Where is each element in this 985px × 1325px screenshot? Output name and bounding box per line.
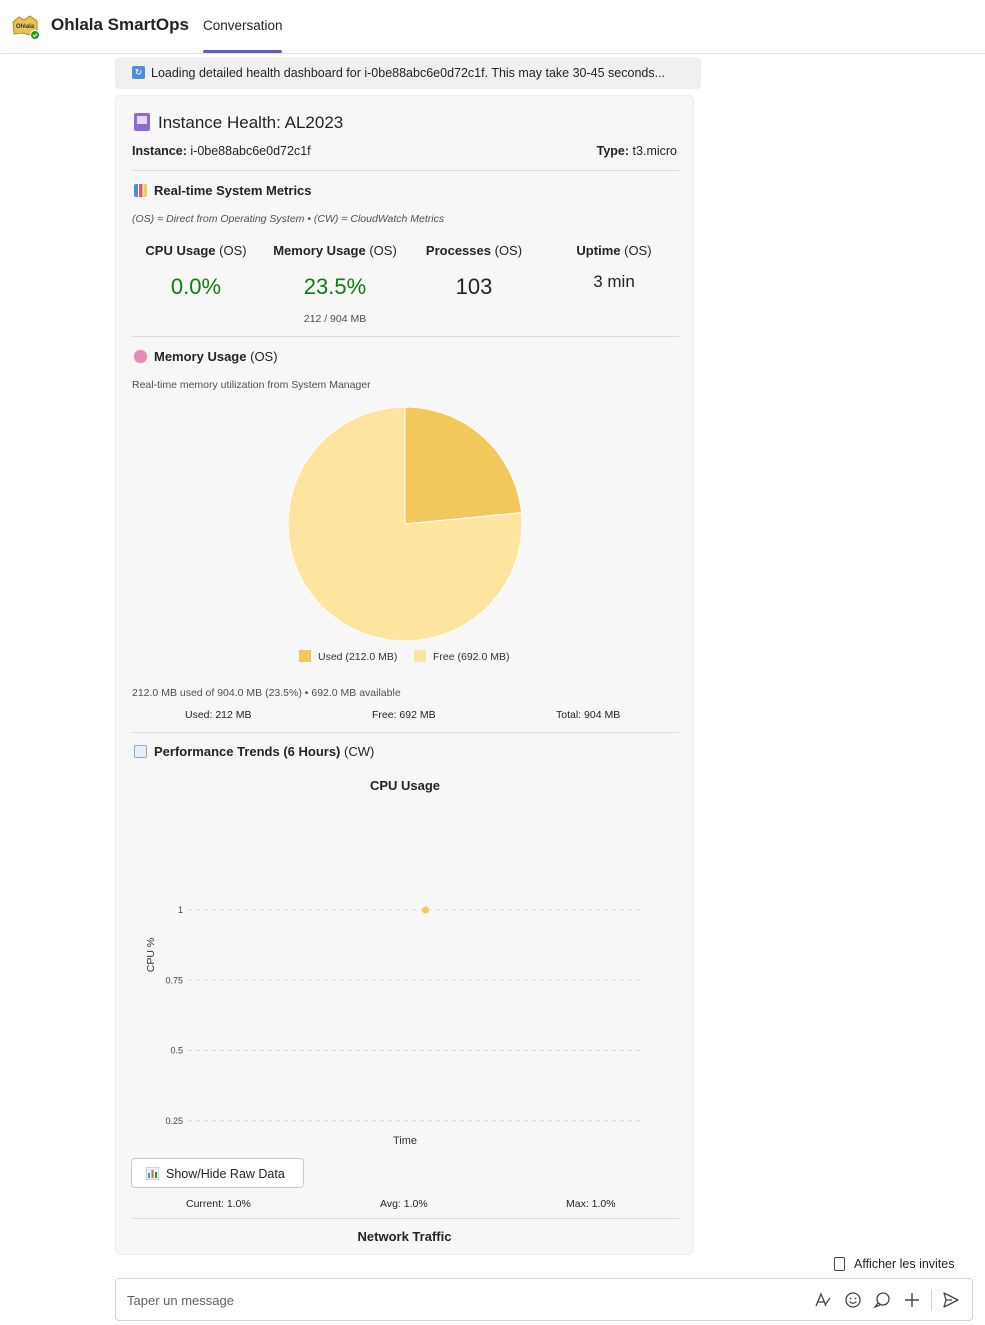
chart-title: CPU Usage (370, 778, 440, 793)
instance-type-row: Type: t3.micro (597, 144, 677, 158)
tab-conversation[interactable]: Conversation (203, 18, 283, 33)
x-axis-label: Time (393, 1135, 417, 1147)
memory-pie-chart: Used (212.0 MB) Free (692.0 MB) (287, 406, 523, 663)
metric-processes-label: Processes (OS) (425, 243, 523, 258)
format-icon[interactable] (814, 1291, 832, 1309)
cpu-avg: Avg: 1.0% (380, 1198, 428, 1210)
metric-uptime-label: Uptime (OS) (576, 243, 652, 258)
memory-total: Total: 904 MB (556, 709, 621, 721)
instance-title: Instance Health: AL2023 (134, 113, 343, 133)
legend-label: Used (212.0 MB) (318, 651, 397, 663)
realtime-title-text: Real-time System Metrics (154, 183, 312, 198)
trend-chart-icon (134, 745, 147, 758)
y-tick-label: 0.5 (170, 1046, 183, 1056)
show-prompts-label: Afficher les invites (854, 1257, 955, 1271)
y-tick-label: 0.75 (165, 975, 183, 985)
show-prompts-button[interactable]: Afficher les invites (834, 1257, 955, 1271)
metric-memory-value: 23.5% (303, 274, 367, 299)
brain-icon (134, 350, 147, 363)
type-value: t3.micro (632, 144, 677, 158)
metric-memory-label: Memory Usage (OS) (273, 243, 397, 258)
loading-banner: ↻ Loading detailed health dashboard for … (115, 57, 701, 89)
compose-separator (931, 1289, 932, 1311)
prompts-icon (834, 1257, 845, 1271)
metric-cpu-label: CPU Usage (OS) (145, 243, 247, 258)
pie-slice-used (404, 406, 522, 525)
legend-swatch (299, 650, 311, 662)
network-traffic-title: Network Traffic (357, 1229, 452, 1244)
y-tick-label: 0.25 (165, 1116, 183, 1126)
legend-swatch (414, 650, 426, 662)
health-dashboard-card: Instance Health: AL2023 Instance: i-0be8… (115, 95, 694, 1255)
y-tick-label: 1 (178, 905, 183, 915)
metric-processes-value: 103 (455, 274, 493, 299)
bar-chart-icon (146, 1167, 159, 1180)
message-compose-box[interactable]: Taper un message (115, 1278, 973, 1321)
memory-summary: 212.0 MB used of 904.0 MB (23.5%) • 692.… (132, 687, 401, 699)
message-input[interactable]: Taper un message (127, 1293, 234, 1308)
divider (132, 170, 679, 171)
loading-message: Loading detailed health dashboard for i-… (151, 66, 666, 80)
instance-id-row: Instance: i-0be88abc6e0d72c1f (132, 144, 311, 158)
tab-active-indicator (203, 50, 282, 53)
source-note: (OS) = Direct from Operating System • (C… (132, 213, 445, 225)
bar-chart-icon (134, 184, 147, 197)
memory-used: Used: 212 MB (185, 709, 252, 721)
loop-icon[interactable] (873, 1291, 891, 1309)
cpu-current: Current: 1.0% (186, 1198, 251, 1210)
instance-title-text: Instance Health: AL2023 (158, 113, 344, 132)
floppy-disk-icon (134, 113, 150, 131)
svg-text:Ohlala: Ohlala (16, 24, 35, 30)
cpu-trend-chart: CPU Usage 00.250.50.75105:40 CPU % Time (145, 778, 641, 1147)
data-point (422, 906, 429, 914)
legend-label: Free (692.0 MB) (433, 651, 509, 663)
divider (132, 732, 679, 733)
app-logo-icon: Ohlala (12, 15, 40, 40)
toggle-raw-data-label: Show/Hide Raw Data (166, 1167, 285, 1181)
metric-uptime-value: 3 min (593, 272, 635, 291)
send-icon[interactable] (942, 1291, 960, 1309)
metric-memory-sub: 212 / 904 MB (303, 313, 367, 325)
y-axis-label: CPU % (145, 938, 157, 972)
type-label: Type: (596, 144, 630, 158)
metric-cpu-value: 0.0% (170, 274, 222, 299)
instance-id: i-0be88abc6e0d72c1f (190, 144, 311, 158)
app-name: Ohlala SmartOps (51, 15, 189, 34)
divider (132, 336, 679, 337)
divider (132, 1218, 679, 1219)
trends-section-title: Performance Trends (6 Hours) (CW) (134, 744, 374, 759)
memory-subtitle: Real-time memory utilization from System… (132, 379, 371, 391)
emoji-icon[interactable] (844, 1291, 862, 1309)
instance-label: Instance: (132, 144, 187, 158)
plus-icon[interactable] (903, 1291, 921, 1309)
refresh-icon: ↻ (132, 66, 145, 79)
toggle-raw-data-button[interactable]: Show/Hide Raw Data (131, 1158, 304, 1188)
realtime-section-title: Real-time System Metrics (134, 183, 312, 198)
memory-section-title: Memory Usage (OS) (134, 349, 278, 364)
memory-free: Free: 692 MB (372, 709, 436, 721)
cpu-max: Max: 1.0% (566, 1198, 616, 1210)
app-header: Ohlala Ohlala SmartOps Conversation (0, 0, 985, 54)
